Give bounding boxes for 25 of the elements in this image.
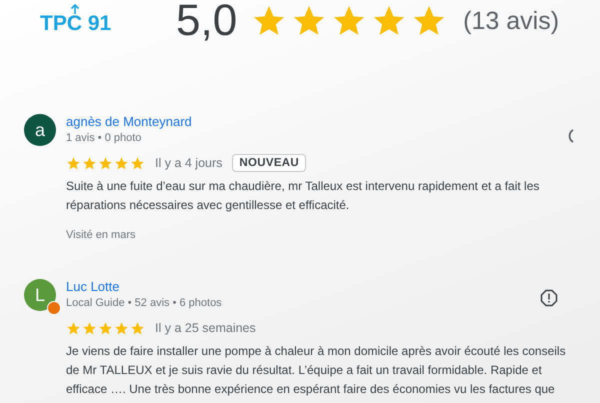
star-icon	[66, 156, 81, 170]
visit-date: Visité en mars	[66, 229, 136, 241]
star-icon	[82, 156, 97, 170]
new-badge: NOUVEAU	[232, 154, 306, 172]
reviewer-name[interactable]: Luc Lotte	[66, 279, 574, 295]
star-icon	[114, 156, 129, 170]
rating-value: 5,0	[176, 0, 238, 42]
review-count: (13 avis)	[463, 6, 560, 36]
star-icon	[98, 156, 113, 170]
reviewer-name[interactable]: agnès de Monteynard	[66, 114, 574, 130]
star-icon	[130, 320, 145, 336]
reviewer-meta: 1 avis • 0 photo	[66, 131, 142, 146]
avatar: L	[24, 279, 56, 311]
review-date: Il y a 4 jours	[155, 156, 222, 170]
star-icon	[114, 320, 129, 336]
review-text: Je viens de faire installer une pompe à chaleur à mon domicile après avoir écouté les conseils de Mr TALLEUX et je suis ravie du résultat. L’équipe a fait un travail formidable. Rapide et efficace …. Une très bonne expérience en espérant faire des économies vu les factures que	[66, 343, 567, 398]
star-icon	[82, 320, 97, 336]
star-icon	[66, 320, 81, 336]
review-date: Il y a 25 semaines	[155, 321, 256, 335]
review-text: Suite à une fuite d’eau sur ma chaudière, mr Talleux est intervenu rapidement et a fait les réparations nécessaires avec gentillesse et efficacité.	[66, 178, 540, 214]
star-icon	[130, 156, 145, 170]
avatar: a	[24, 114, 56, 146]
star-icon	[98, 320, 113, 336]
logo: TPC 91	[40, 6, 160, 36]
reviewer-meta: Local Guide • 52 avis • 6 photos	[66, 296, 222, 311]
